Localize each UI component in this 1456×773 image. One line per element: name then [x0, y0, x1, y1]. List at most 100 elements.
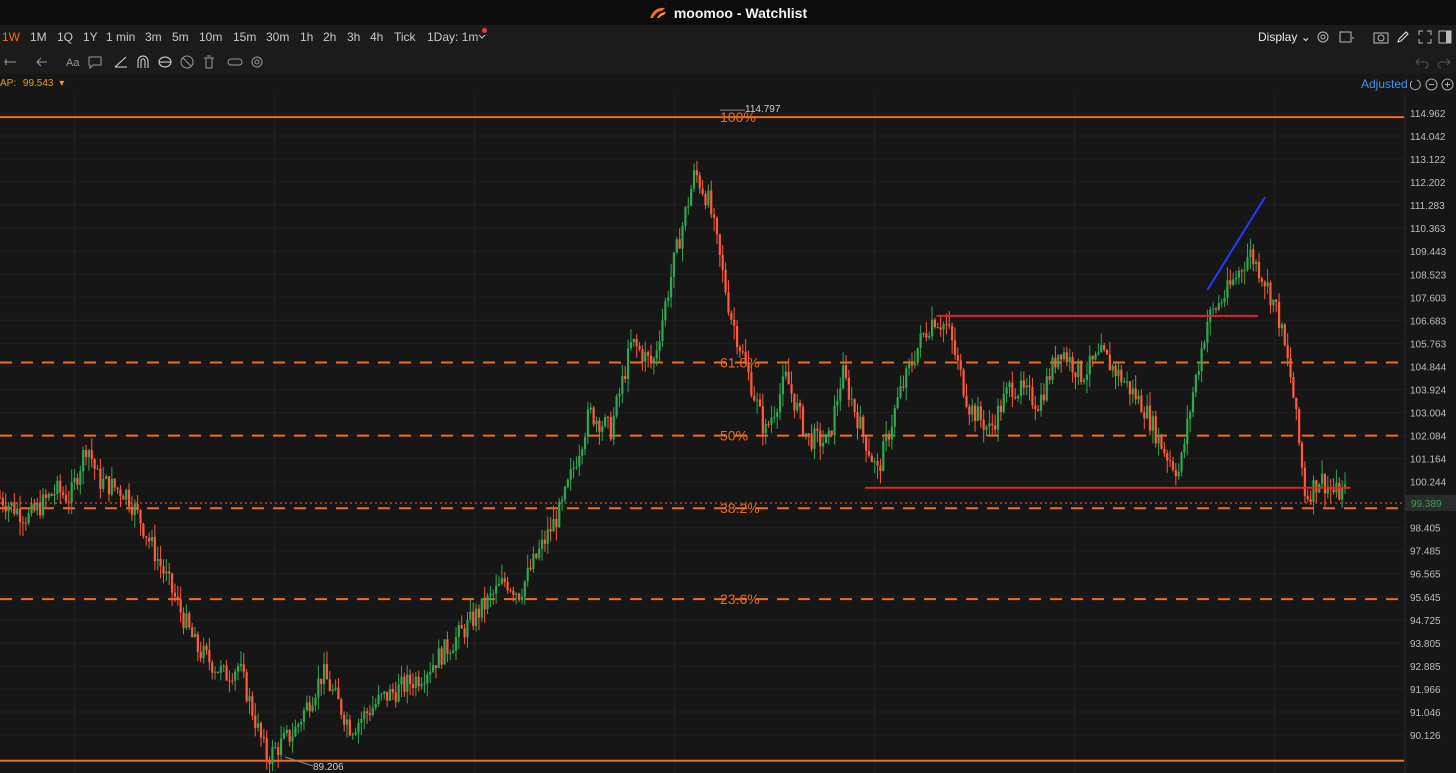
chevron-down-icon[interactable]: ▾: [59, 78, 64, 89]
candle-body: [0, 497, 2, 499]
zoom-out-icon[interactable]: [1425, 78, 1438, 91]
tf-tick[interactable]: Tick: [394, 30, 416, 44]
candle-body: [1094, 354, 1097, 360]
settings-icon[interactable]: [249, 54, 265, 70]
candle-body: [1051, 357, 1054, 381]
candle-body: [1186, 418, 1189, 445]
candle-body: [165, 571, 168, 574]
candle-body: [710, 190, 713, 215]
candle-body: [758, 399, 762, 407]
tf-3m[interactable]: 3m: [145, 30, 162, 44]
tf-1min[interactable]: 1 min: [106, 30, 135, 44]
undo-icon[interactable]: [1414, 54, 1430, 70]
candle-body: [744, 351, 747, 363]
reset-scale-icon[interactable]: [1409, 78, 1422, 91]
candle-body: [377, 694, 380, 704]
link-icon[interactable]: [227, 54, 243, 70]
candle-body: [1257, 261, 1261, 279]
tf-1m-month[interactable]: 1M: [30, 30, 47, 44]
redo-icon[interactable]: [1436, 54, 1452, 70]
candle-body: [248, 696, 251, 702]
candle-body: [1034, 405, 1037, 410]
tf-1y[interactable]: 1Y: [83, 30, 98, 44]
candle-body: [973, 405, 977, 421]
candle-body: [713, 214, 716, 218]
candle-body: [1252, 249, 1255, 264]
candle-body: [965, 395, 968, 407]
candle-body: [999, 405, 1002, 413]
tf-4h[interactable]: 4h: [370, 30, 383, 44]
comment-icon[interactable]: [87, 54, 103, 70]
candle-body: [647, 352, 650, 356]
price-tick-label: 100.244: [1410, 478, 1447, 489]
trendline-tool-icon[interactable]: [113, 54, 129, 70]
tf-2h[interactable]: 2h: [323, 30, 336, 44]
candle-body: [110, 478, 113, 495]
candle-body: [1283, 324, 1286, 345]
tf-30m[interactable]: 30m: [266, 30, 289, 44]
tf-1q[interactable]: 1Q: [57, 30, 73, 44]
tf-1day-1m[interactable]: 1Day: 1m: [427, 30, 478, 44]
candle-body: [265, 738, 268, 762]
tf-3h[interactable]: 3h: [347, 30, 360, 44]
tf-15m[interactable]: 15m: [233, 30, 256, 44]
price-tick-label: 94.725: [1410, 616, 1441, 627]
visibility-icon[interactable]: [157, 54, 173, 70]
adjusted-toggle[interactable]: Adjusted: [1361, 77, 1408, 91]
candle-body: [340, 699, 343, 715]
gear-icon[interactable]: [1315, 29, 1331, 45]
candle-body: [1022, 380, 1025, 388]
candle-body: [870, 455, 873, 463]
candle-body: [440, 648, 443, 665]
candle-body: [225, 665, 228, 681]
candle-body: [1105, 349, 1109, 355]
fullscreen-icon[interactable]: [1417, 29, 1433, 45]
candle-body: [16, 508, 19, 514]
pencil-icon[interactable]: [1395, 29, 1411, 45]
candle-body: [844, 365, 848, 378]
candle-body: [678, 239, 681, 249]
text-tool-icon[interactable]: Aa: [65, 54, 81, 70]
candle-body: [156, 558, 159, 562]
candle-body: [107, 476, 111, 495]
candle-body: [351, 734, 354, 736]
candle-body: [93, 459, 96, 469]
candle-body: [552, 519, 555, 532]
candle-body: [136, 503, 139, 510]
zoom-in-icon[interactable]: [1441, 78, 1454, 91]
price-tick-label: 96.565: [1410, 570, 1441, 581]
price-chart[interactable]: 114.962 114.042 113.122 112.202 111.283 110.3…: [0, 0, 1456, 773]
candle-body: [213, 671, 217, 673]
candle-body: [368, 713, 372, 716]
candle-body: [750, 372, 753, 396]
tf-5m[interactable]: 5m: [172, 30, 189, 44]
candle-body: [873, 461, 876, 463]
layout-icon[interactable]: [1338, 29, 1354, 45]
candle-body: [641, 349, 644, 362]
candle-body: [64, 495, 68, 502]
tf-10m[interactable]: 10m: [199, 30, 222, 44]
candle-body: [474, 608, 478, 627]
crosshair-icon[interactable]: [2, 54, 18, 70]
candle-body: [168, 571, 171, 574]
candle-body: [1214, 308, 1218, 310]
tf-1h[interactable]: 1h: [300, 30, 313, 44]
arrow-left-icon[interactable]: [34, 54, 50, 70]
camera-icon[interactable]: [1373, 29, 1389, 45]
candle-body: [170, 573, 174, 593]
candle-body: [67, 501, 70, 503]
panel-toggle-icon[interactable]: [1437, 29, 1453, 45]
display-button[interactable]: Display ⌄: [1258, 30, 1311, 44]
candle-body: [1157, 434, 1160, 444]
candle-body: [985, 426, 988, 430]
candle-body: [1143, 412, 1146, 419]
candle-body: [655, 350, 658, 359]
candle-body: [933, 319, 937, 328]
candle-body: [776, 412, 779, 417]
tf-1w[interactable]: 1W: [2, 30, 20, 44]
candle-body: [546, 529, 549, 544]
magnet-icon[interactable]: [135, 54, 151, 70]
hide-drawings-icon[interactable]: [179, 54, 195, 70]
candle-body: [661, 320, 664, 342]
trash-icon[interactable]: [201, 54, 217, 70]
